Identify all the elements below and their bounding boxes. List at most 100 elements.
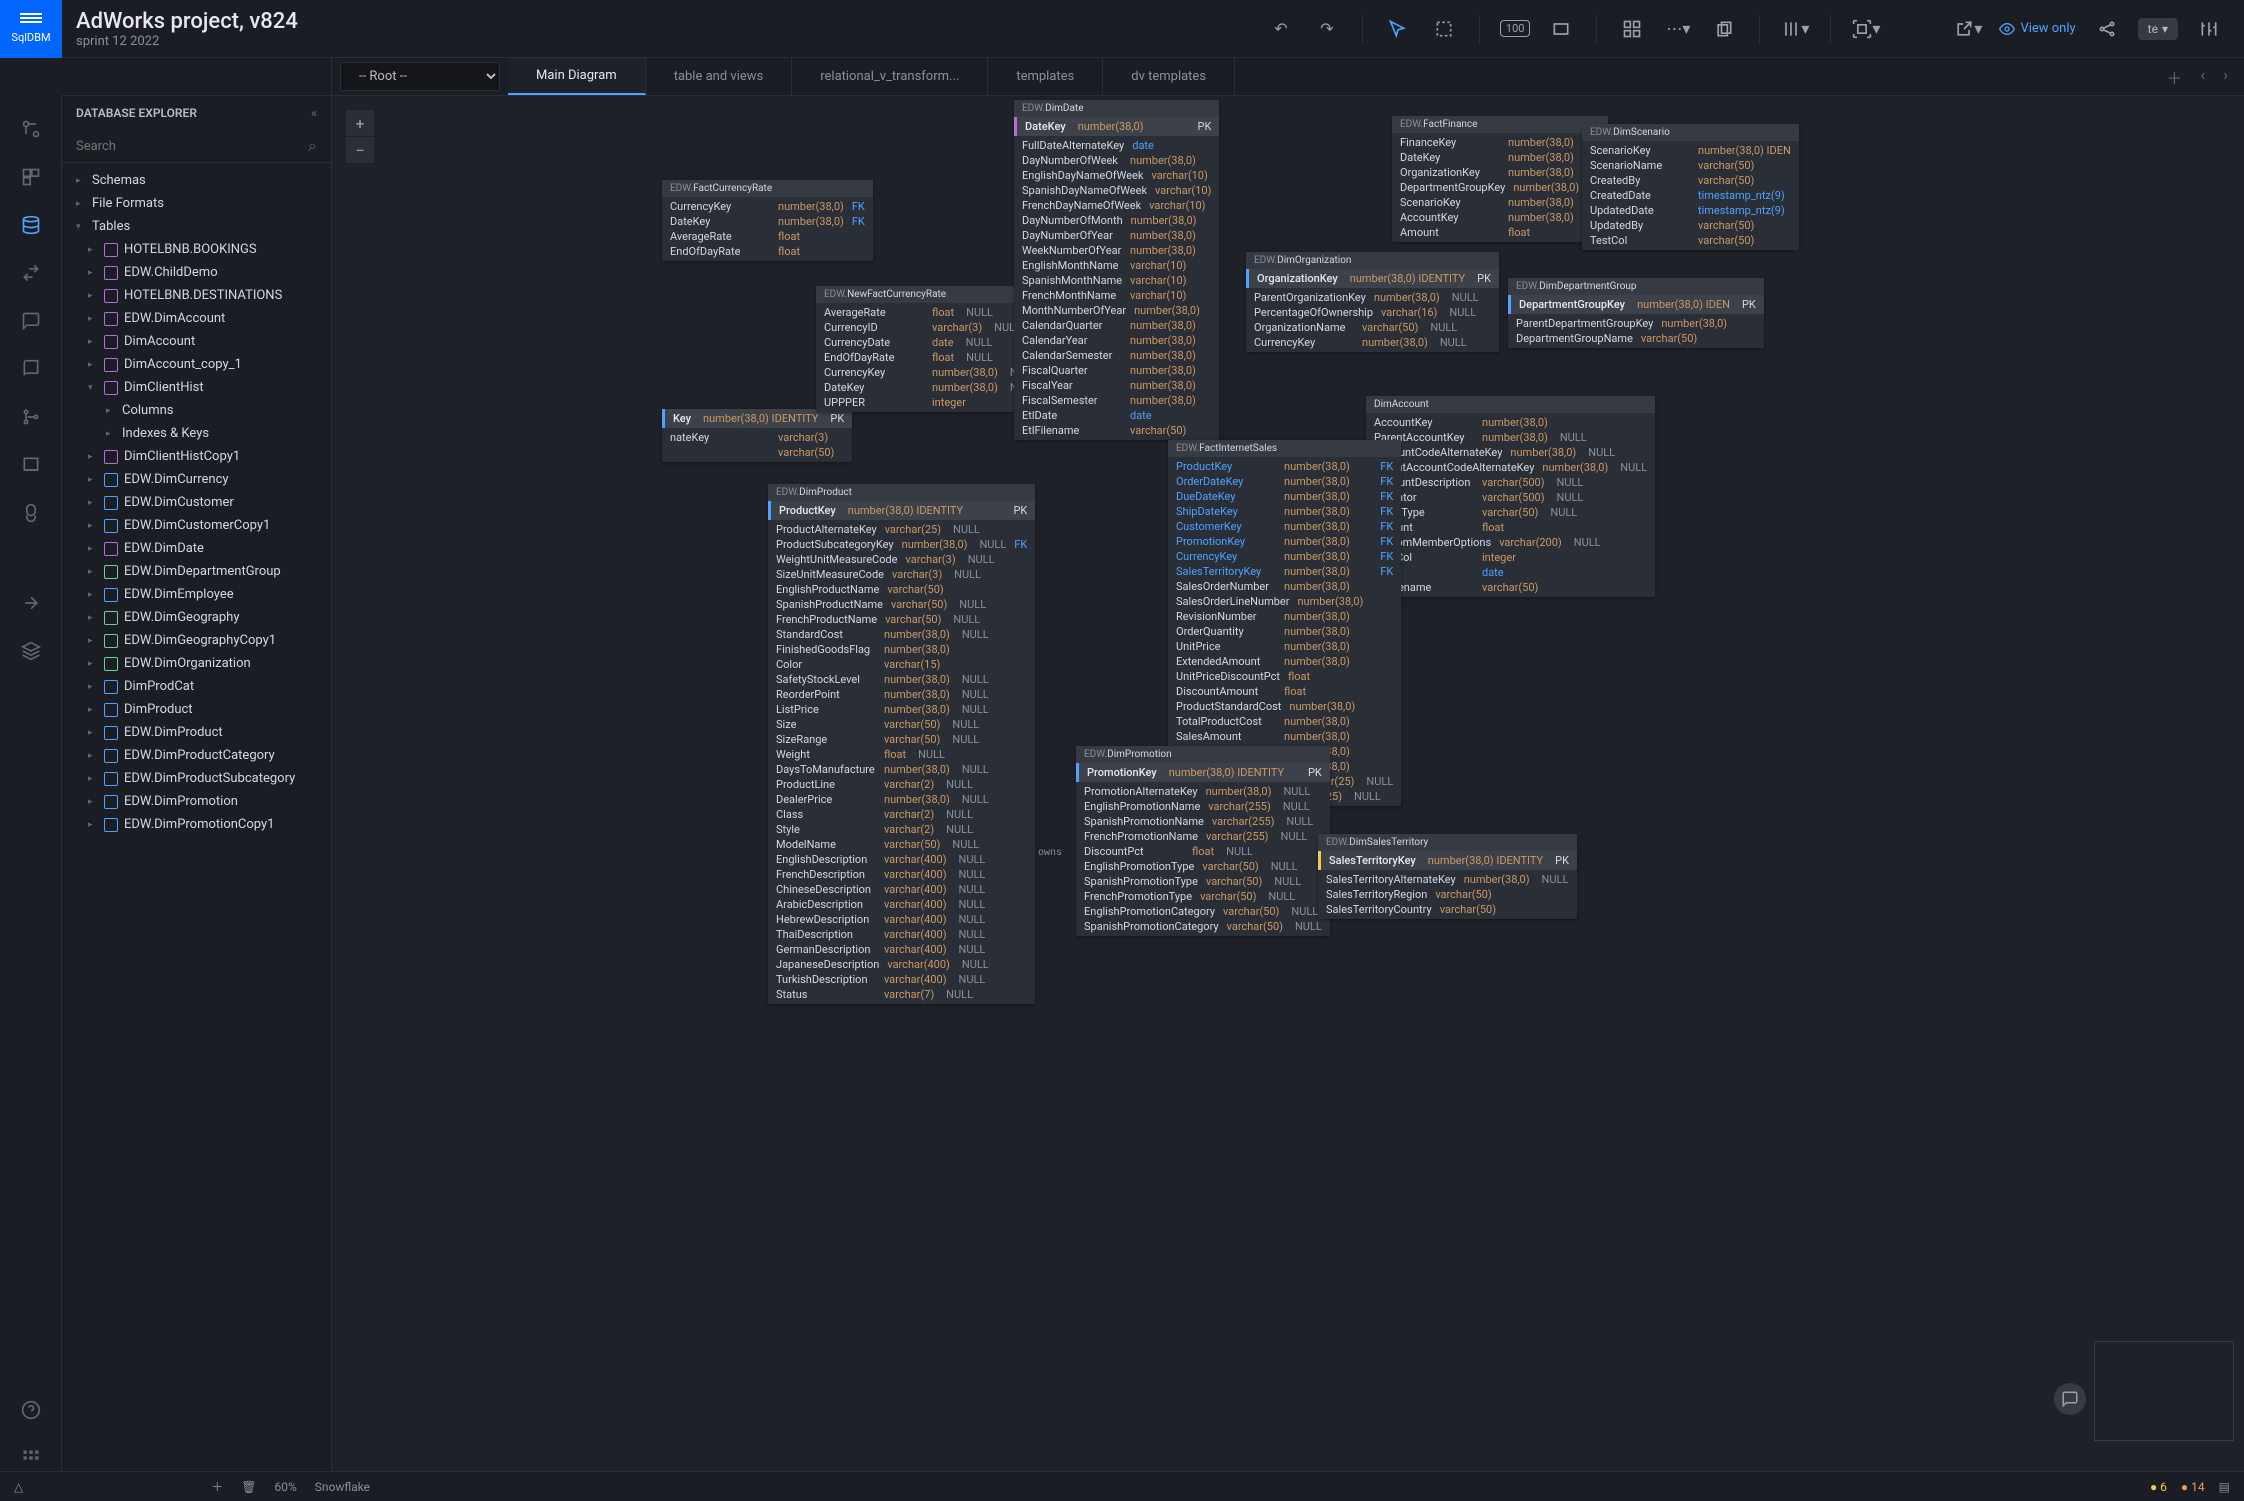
tree-item[interactable]: ▸EDW.ChildDemo: [62, 261, 331, 284]
search-input[interactable]: [76, 139, 308, 154]
collapse-sidebar-icon[interactable]: «: [311, 106, 317, 120]
entity-column-row: EtlDatedate: [1014, 408, 1219, 423]
user-badge[interactable]: te ▾: [2138, 18, 2178, 40]
tree-item[interactable]: ▸EDW.DimGeographyCopy1: [62, 629, 331, 652]
tree-item[interactable]: ▸EDW.DimGeography: [62, 606, 331, 629]
grid-icon[interactable]: [1617, 14, 1647, 44]
entity-factFinance[interactable]: EDW.FactFinanceFinanceKeynumber(38,0)Dat…: [1392, 116, 1608, 242]
tab-1[interactable]: table and views: [646, 58, 793, 95]
tree-item[interactable]: ▸Schemas: [62, 169, 331, 192]
git-icon[interactable]: [18, 404, 44, 430]
root-selector[interactable]: -- Root --: [340, 62, 500, 91]
view-icon[interactable]: ▾: [1780, 14, 1810, 44]
open-external-icon[interactable]: ▾: [1953, 14, 1983, 44]
entity-dimProduct[interactable]: EDW.DimProductProductKeynumber(38,0) IDE…: [768, 484, 1035, 1004]
zoom-in-button[interactable]: +: [346, 110, 374, 136]
entity-dimSalesTerritory[interactable]: EDW.DimSalesTerritorySalesTerritoryKeynu…: [1318, 834, 1577, 919]
apps-icon[interactable]: [18, 1445, 44, 1471]
search-icon[interactable]: ⌕: [308, 136, 317, 156]
share-icon[interactable]: [2092, 14, 2122, 44]
tree-item[interactable]: ▸File Formats: [62, 192, 331, 215]
prev-tab-icon[interactable]: ‹: [2200, 65, 2205, 89]
layers-icon[interactable]: [18, 638, 44, 664]
entity-column-row: EnglishPromotionCategoryvarchar(50)NULL: [1076, 904, 1330, 919]
database-icon[interactable]: [18, 212, 44, 238]
tree-item[interactable]: ▸EDW.DimDepartmentGroup: [62, 560, 331, 583]
pointer-icon[interactable]: [1383, 14, 1413, 44]
tree-item[interactable]: ▸DimProduct: [62, 698, 331, 721]
tree-item[interactable]: ▸EDW.DimCustomerCopy1: [62, 514, 331, 537]
compare-icon[interactable]: [18, 260, 44, 286]
entity-factCurrencyRate[interactable]: EDW.FactCurrencyRateCurrencyKeynumber(38…: [662, 180, 873, 261]
tree-item[interactable]: ▸EDW.DimOrganization: [62, 652, 331, 675]
zoom-out-button[interactable]: −: [346, 137, 374, 163]
next-tab-icon[interactable]: ›: [2223, 65, 2228, 89]
diagram-icon[interactable]: [18, 116, 44, 142]
zoom-level-badge[interactable]: 100: [1500, 20, 1531, 37]
entity-unnamed[interactable]: Keynumber(38,0) IDENTITYPKnateKeyvarchar…: [662, 409, 852, 462]
tree-item[interactable]: ▸EDW.DimEmployee: [62, 583, 331, 606]
tree-item[interactable]: ▸DimAccount: [62, 330, 331, 353]
tree-item[interactable]: ▸DimClientHistCopy1: [62, 445, 331, 468]
tree-item[interactable]: ▸HOTELBNB.BOOKINGS: [62, 238, 331, 261]
tree-item[interactable]: ▸EDW.DimProductCategory: [62, 744, 331, 767]
issue-counter-2[interactable]: ● 14: [2181, 1480, 2205, 1494]
tree-item[interactable]: ▸Indexes & Keys: [62, 422, 331, 445]
view-only-indicator[interactable]: View only: [1999, 21, 2075, 37]
filter-icon[interactable]: [2194, 14, 2224, 44]
import-icon[interactable]: [18, 590, 44, 616]
panel-up-icon[interactable]: ▤: [2219, 1480, 2230, 1494]
views-icon[interactable]: [18, 164, 44, 190]
tree-item[interactable]: ▸EDW.DimCustomer: [62, 491, 331, 514]
tree-item[interactable]: ▸DimAccount_copy_1: [62, 353, 331, 376]
entity-dimDate[interactable]: EDW.DimDateDateKeynumber(38,0)PKFullDate…: [1014, 100, 1219, 440]
diagram-canvas[interactable]: + − EDW.FactCurrencyRateCurrencyKeynumbe…: [332, 96, 2244, 1471]
tab-0[interactable]: Main Diagram: [508, 58, 646, 95]
tab-2[interactable]: relational_v_transform...: [792, 58, 988, 95]
chat-icon[interactable]: [18, 308, 44, 334]
entity-dimScenario[interactable]: EDW.DimScenarioScenarioKeynumber(38,0) I…: [1582, 124, 1799, 250]
align-icon[interactable]: ▾: [1851, 14, 1881, 44]
issue-counter-1[interactable]: ● 6: [2150, 1480, 2167, 1494]
tree-item[interactable]: ▸DimProdCat: [62, 675, 331, 698]
warning-icon[interactable]: △: [14, 1480, 23, 1494]
duplicate-icon[interactable]: [1709, 14, 1739, 44]
tree-item[interactable]: ▸Columns: [62, 399, 331, 422]
tree-item[interactable]: ▸EDW.DimDate: [62, 537, 331, 560]
tree-item[interactable]: ▸EDW.DimProductSubcategory: [62, 767, 331, 790]
help-icon[interactable]: [18, 1397, 44, 1423]
layout-icon[interactable]: ⋯▾: [1663, 14, 1693, 44]
add-tab-icon[interactable]: ＋: [2166, 65, 2182, 89]
chat-bubble-icon[interactable]: [2054, 1383, 2086, 1415]
caret-icon: ▸: [88, 613, 98, 623]
entity-dimDepartmentGroup[interactable]: EDW.DimDepartmentGroupDepartmentGroupKey…: [1508, 278, 1764, 348]
tree-item[interactable]: ▸HOTELBNB.DESTINATIONS: [62, 284, 331, 307]
entity-column-row: StandardCostnumber(38,0)NULL: [768, 627, 1035, 642]
tree-item[interactable]: ▸EDW.DimProduct: [62, 721, 331, 744]
entity-dimOrganization[interactable]: EDW.DimOrganizationOrganizationKeynumber…: [1246, 252, 1499, 352]
redo-icon[interactable]: ↷: [1312, 14, 1342, 44]
add-icon[interactable]: ＋: [211, 1478, 223, 1495]
snippet-icon[interactable]: [18, 452, 44, 478]
minimap[interactable]: [2094, 1341, 2234, 1441]
delete-icon[interactable]: 🗑: [241, 1480, 256, 1494]
tree-item[interactable]: ▾Tables: [62, 215, 331, 238]
entity-header: EDW.DimDepartmentGroup: [1508, 278, 1764, 295]
tree-item[interactable]: ▸EDW.DimPromotionCopy1: [62, 813, 331, 836]
app-logo[interactable]: SqlDBM: [0, 0, 62, 58]
undo-icon[interactable]: ↶: [1266, 14, 1296, 44]
tab-4[interactable]: dv templates: [1103, 58, 1235, 95]
tree-item[interactable]: ▾DimClientHist: [62, 376, 331, 399]
api-icon[interactable]: [18, 500, 44, 526]
tree-item[interactable]: ▸EDW.DimAccount: [62, 307, 331, 330]
entity-dimAccount[interactable]: DimAccountAccountKeynumber(38,0)ParentAc…: [1366, 396, 1655, 597]
fit-icon[interactable]: [1546, 14, 1576, 44]
tab-3[interactable]: templates: [988, 58, 1103, 95]
docs-icon[interactable]: [18, 356, 44, 382]
entity-dimPromotion[interactable]: EDW.DimPromotionPromotionKeynumber(38,0)…: [1076, 746, 1330, 936]
tree-item[interactable]: ▸EDW.DimPromotion: [62, 790, 331, 813]
pan-icon[interactable]: [1429, 14, 1459, 44]
sidebar: DATABASE EXPLORER « ⌕ ▸Schemas▸File Form…: [62, 96, 332, 1471]
tree-label: Indexes & Keys: [122, 426, 209, 441]
tree-item[interactable]: ▸EDW.DimCurrency: [62, 468, 331, 491]
